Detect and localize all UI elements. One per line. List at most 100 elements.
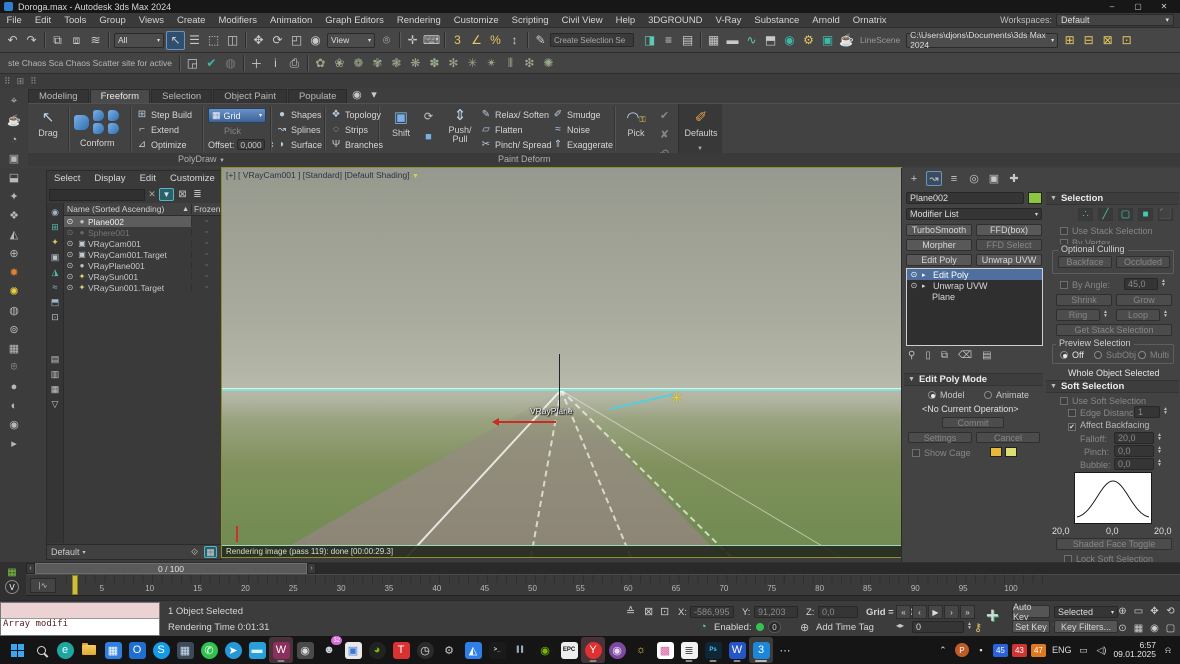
explorer-row-vraycam001[interactable]: ⊙▣VRayCam001▫ xyxy=(64,238,221,249)
vray-sun-gizmo[interactable]: ✳ xyxy=(671,390,682,406)
pin-stack-icon[interactable]: ⚲ xyxy=(908,350,915,361)
clock[interactable]: 6:57 09.01.2025 xyxy=(1113,641,1156,659)
mirror-icon[interactable]: ◨ xyxy=(640,31,659,50)
lock-icon[interactable]: ⊠ xyxy=(176,189,189,200)
by-angle-field[interactable]: 45,0 xyxy=(1124,278,1158,290)
menu-file[interactable]: File xyxy=(0,15,28,26)
name-column-header[interactable]: Name (Sorted Ascending) xyxy=(64,204,182,214)
by-angle-checkbox[interactable]: By Angle: xyxy=(1060,280,1110,290)
explorer-mode-icon[interactable]: ▦ xyxy=(204,546,217,558)
settings-button[interactable]: Settings xyxy=(908,432,972,443)
splines-button[interactable]: ↝Splines xyxy=(276,124,321,135)
frozen-cell[interactable]: ▫ xyxy=(191,218,221,225)
set-key-button[interactable]: Set Key xyxy=(1012,620,1050,633)
paint-cancel-icon[interactable]: ✘ xyxy=(656,126,673,143)
select-and-place-icon[interactable]: ◉ xyxy=(306,31,325,50)
track-bar[interactable]: |∿ 5101520253035404550556065707580859095… xyxy=(26,574,1180,596)
remove-modifier-icon[interactable]: ⌫ xyxy=(958,350,972,361)
bubble-spinner[interactable]: ▲▼ xyxy=(1157,459,1162,467)
viewport-label[interactable]: [+] [ VRayCam001 ] [Standard] [Default S… xyxy=(226,170,419,180)
noise-button[interactable]: ≈Noise xyxy=(552,124,590,135)
backface-button[interactable]: Backface xyxy=(1058,256,1112,268)
undo-icon[interactable]: ↶ xyxy=(3,31,22,50)
visibility-eye-icon[interactable]: ⊙ xyxy=(64,239,76,248)
explorer-menu-edit[interactable]: Edit xyxy=(133,173,163,184)
scatter-reed-icon[interactable]: ✽ xyxy=(425,54,444,73)
search-input[interactable] xyxy=(49,189,145,201)
affect-backfacing-checkbox[interactable]: ✔Affect Backfacing xyxy=(1068,420,1149,431)
go-to-start-icon[interactable]: « xyxy=(896,605,911,619)
paint-commit-icon[interactable]: ✔ xyxy=(656,107,673,124)
explorer-table-header[interactable]: Name (Sorted Ascending) ▲ Frozen xyxy=(64,203,221,216)
menu-civil-view[interactable]: Civil View xyxy=(555,15,609,26)
frozen-cell[interactable]: ▫ xyxy=(191,229,221,236)
redo-icon[interactable]: ↷ xyxy=(22,31,41,50)
preview-subobj-radio[interactable]: SubObj xyxy=(1094,350,1136,360)
left-tool-expand-icon[interactable]: ▸ xyxy=(4,434,24,453)
scatter-export-icon[interactable]: ⎙ xyxy=(285,54,304,73)
ffd-box-button[interactable]: FFD(box) xyxy=(976,224,1042,236)
edge-distance-checkbox[interactable]: Edge Distance: xyxy=(1068,408,1141,418)
pinch-spinner[interactable]: ▲▼ xyxy=(1157,446,1162,454)
step-build-button[interactable]: ⊞Step Build xyxy=(136,109,192,120)
viewport[interactable]: ✳ VRayPlane [+] [ VRayCam001 ] [Standard… xyxy=(222,168,901,557)
explorer-row-vraysun001[interactable]: ⊙✦VRaySun001▫ xyxy=(64,271,221,282)
taskbar-wildberries[interactable]: W xyxy=(269,637,293,663)
taskbar-word[interactable]: W xyxy=(725,637,749,663)
cage-color-2-swatch[interactable] xyxy=(1005,447,1017,457)
hierarchy-toggle-icon[interactable]: ≣ xyxy=(191,189,204,200)
time-slider-handle[interactable]: 0 / 100 xyxy=(35,563,307,574)
material-editor-icon[interactable]: ◉ xyxy=(780,31,799,50)
left-tool-diamond-icon[interactable]: ❖ xyxy=(4,206,24,225)
left-tool-teapot-icon[interactable]: ☕ xyxy=(4,111,24,130)
ribbon-minimize-icon[interactable]: ▾ xyxy=(365,86,382,103)
schematic-view-icon[interactable]: ⬒ xyxy=(761,31,780,50)
menu-edit[interactable]: Edit xyxy=(28,15,57,26)
taskbar-camera[interactable]: ◉ xyxy=(293,637,317,663)
menu-tools[interactable]: Tools xyxy=(58,15,93,26)
explorer-collapse-icon[interactable]: ▽ xyxy=(48,397,62,411)
taskbar-microsoft-store[interactable]: ▦ xyxy=(101,637,125,663)
taskbar-3ds-max[interactable]: 3 xyxy=(749,637,773,663)
taskbar-photo-grid[interactable]: ▩ xyxy=(653,637,677,663)
maxscript-mini-listener[interactable]: Array modifi xyxy=(0,602,160,636)
scatter-field-icon[interactable]: ❇ xyxy=(520,54,539,73)
border-subobject-icon[interactable]: ▢ xyxy=(1118,208,1133,221)
morpher-button[interactable]: Morpher xyxy=(906,239,972,251)
explorer-row-vraysun001-target[interactable]: ⊙✦VRaySun001.Target▫ xyxy=(64,282,221,293)
frozen-column-header[interactable]: Frozen xyxy=(191,204,221,214)
modifier-list-dropdown[interactable]: Modifier List▾ xyxy=(906,208,1042,220)
commit-button[interactable]: Commit xyxy=(942,417,1004,428)
explorer-view-icon[interactable]: ▦ xyxy=(48,382,62,396)
offset-field[interactable]: 0,000 xyxy=(237,139,265,150)
next-frame-icon[interactable]: › xyxy=(944,605,959,619)
keyboard-shortcut-override-icon[interactable]: ⌨ xyxy=(422,31,441,50)
toggle-layer-explorer-icon[interactable]: ▤ xyxy=(678,31,697,50)
tab-freeform[interactable]: Freeform xyxy=(90,89,151,103)
key-filters-button[interactable]: Key Filters... xyxy=(1054,620,1118,633)
pinch-spread-button[interactable]: ✂Pinch/ Spread xyxy=(480,139,552,150)
menu-animation[interactable]: Animation xyxy=(264,15,319,26)
scatter-plant-icon[interactable]: ❁ xyxy=(349,54,368,73)
select-and-manipulate-icon[interactable]: ✛ xyxy=(403,31,422,50)
preview-off-radio[interactable]: Off xyxy=(1060,350,1084,360)
menu-substance[interactable]: Substance xyxy=(748,15,806,26)
utilities-tab-icon[interactable]: ✚ xyxy=(1006,171,1022,186)
scatter-grass-icon[interactable]: ✿ xyxy=(311,54,330,73)
edge-distance-field[interactable]: 1 xyxy=(1134,406,1160,418)
select-and-scale-icon[interactable]: ◰ xyxy=(287,31,306,50)
polydraw-drag-button[interactable]: ↖ Drag xyxy=(32,108,64,138)
visibility-eye-icon[interactable]: ⊙ xyxy=(64,272,76,281)
workspace-dropdown[interactable]: Default▾ xyxy=(1056,14,1174,26)
scatter-sprout-icon[interactable]: ✴ xyxy=(482,54,501,73)
shaded-face-toggle-button[interactable]: Shaded Face Toggle xyxy=(1056,538,1172,550)
explorer-menu-select[interactable]: Select xyxy=(47,173,87,184)
angle-snap-icon[interactable]: ∠ xyxy=(467,31,486,50)
loop-spinner[interactable]: ▲▼ xyxy=(1163,310,1168,318)
left-tool-circle-icon[interactable]: ◉ xyxy=(4,415,24,434)
bubble-field[interactable]: 0,0 xyxy=(1114,458,1154,470)
explorer-sort-icon[interactable]: ▤ xyxy=(48,352,62,366)
y-coordinate-field[interactable]: 91,203 xyxy=(754,606,798,618)
scatter-leaf-icon[interactable]: ✾ xyxy=(368,54,387,73)
object-color-swatch[interactable] xyxy=(1028,192,1042,204)
